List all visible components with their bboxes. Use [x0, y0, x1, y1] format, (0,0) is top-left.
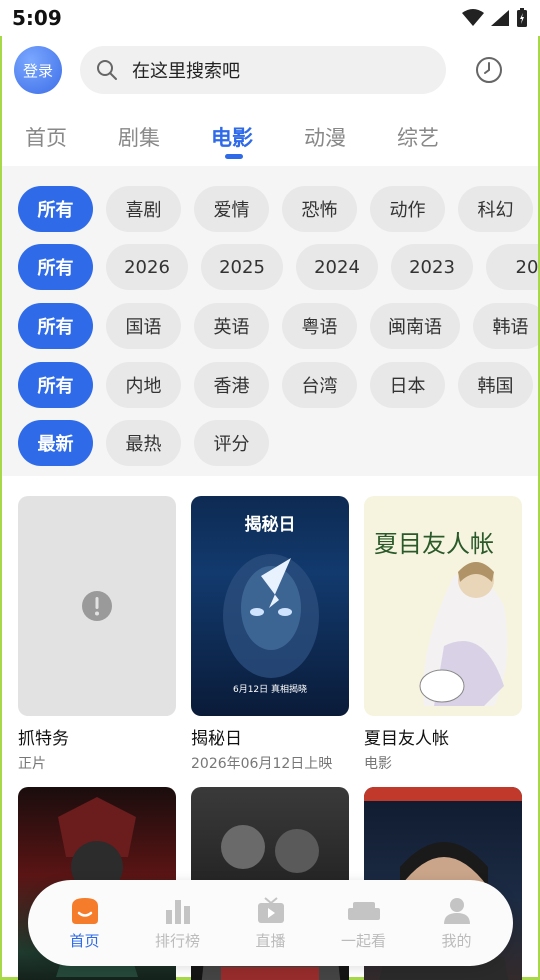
filter-chip[interactable]: 20	[486, 244, 538, 290]
filter-chip[interactable]: 所有	[18, 186, 93, 232]
alert-icon	[82, 591, 112, 621]
filter-row-year: 所有 2026 2025 2024 2023 20	[18, 244, 538, 290]
filter-chip[interactable]: 2025	[201, 244, 283, 290]
wifi-icon	[462, 9, 484, 26]
filter-row-language: 所有 国语 英语 粤语 闽南语 韩语	[18, 303, 538, 349]
nav-profile[interactable]: 我的	[417, 896, 497, 951]
filter-row-genre: 所有 喜剧 爱情 恐怖 动作 科幻	[18, 186, 533, 232]
movie-title: 揭秘日	[191, 729, 242, 749]
tab-series[interactable]: 剧集	[118, 112, 211, 166]
filter-chip[interactable]: 喜剧	[106, 186, 181, 232]
search-icon	[97, 60, 117, 80]
tab-label: 电影	[211, 126, 253, 150]
clock-icon	[476, 57, 502, 83]
movie-card[interactable]: 揭秘日 6月12日 真相揭晓 揭秘日 2026年06月12日上映	[191, 496, 349, 773]
filter-chip[interactable]: 日本	[370, 362, 445, 408]
filter-chip[interactable]: 2026	[106, 244, 188, 290]
filter-chip[interactable]: 科幻	[458, 186, 533, 232]
poster-title: 夏目友人帐	[374, 530, 494, 558]
nav-ranking[interactable]: 排行榜	[138, 896, 218, 951]
movie-subtitle: 2026年06月12日上映	[191, 756, 333, 772]
header: 登录 在这里搜索吧	[0, 36, 540, 104]
filter-chip[interactable]: 2023	[391, 244, 473, 290]
filter-chip[interactable]: 恐怖	[282, 186, 357, 232]
nav-home[interactable]: 首页	[45, 896, 125, 951]
nav-label: 排行榜	[154, 931, 200, 950]
tab-label: 剧集	[118, 126, 160, 150]
history-button[interactable]	[474, 55, 504, 85]
filter-chip[interactable]: 闽南语	[370, 303, 460, 349]
signal-icon	[491, 10, 509, 26]
tab-movies[interactable]: 电影	[211, 112, 304, 166]
movie-subtitle: 正片	[18, 756, 46, 772]
search-input[interactable]: 在这里搜索吧	[80, 46, 446, 94]
tab-label: 综艺	[397, 126, 439, 150]
nav-label: 首页	[69, 931, 100, 950]
filter-chip[interactable]: 韩语	[473, 303, 538, 349]
filter-row-sort: 最新 最热 评分	[18, 420, 269, 466]
search-placeholder: 在这里搜索吧	[132, 61, 240, 82]
filter-chip[interactable]: 2024	[296, 244, 378, 290]
tab-label: 首页	[25, 126, 67, 150]
movie-poster: 夏目友人帐	[364, 496, 522, 716]
user-icon	[443, 897, 470, 924]
status-bar: 5:09	[0, 0, 540, 36]
tab-home[interactable]: 首页	[25, 112, 118, 166]
sofa-icon	[347, 901, 380, 920]
nav-live[interactable]: 直播	[231, 896, 311, 951]
filter-chip[interactable]: 粤语	[282, 303, 357, 349]
battery-icon	[517, 8, 527, 27]
filter-chip[interactable]: 最热	[106, 420, 181, 466]
movie-card[interactable]: 抓特务 正片	[18, 496, 176, 773]
status-icons	[462, 8, 528, 28]
bottom-navigation: 首页 排行榜 直播 一起看 我的	[28, 880, 513, 966]
ranking-icon	[165, 899, 190, 924]
poster-caption: 6月12日 真相揭晓	[232, 685, 308, 695]
movie-card[interactable]: 夏目友人帐 夏目友人帐 电影	[364, 496, 522, 773]
tab-active-indicator	[225, 154, 243, 159]
filter-chip[interactable]: 所有	[18, 303, 93, 349]
filter-chip[interactable]: 评分	[194, 420, 269, 466]
tab-anime[interactable]: 动漫	[304, 112, 397, 166]
filter-chip[interactable]: 最新	[18, 420, 93, 466]
status-time: 5:09	[12, 6, 62, 30]
poster-placeholder	[18, 496, 176, 716]
filter-chip[interactable]: 所有	[18, 362, 93, 408]
filter-chip[interactable]: 内地	[106, 362, 181, 408]
login-button[interactable]: 登录	[14, 46, 62, 94]
movie-poster: 揭秘日 6月12日 真相揭晓	[191, 496, 349, 716]
filter-chip[interactable]: 所有	[18, 244, 93, 290]
live-tv-icon	[257, 896, 284, 923]
tab-label: 动漫	[304, 126, 346, 150]
nav-label: 我的	[441, 931, 472, 950]
filter-chip[interactable]: 英语	[194, 303, 269, 349]
nav-watch-together[interactable]: 一起看	[324, 896, 404, 951]
filter-row-region: 所有 内地 香港 台湾 日本 韩国	[18, 362, 533, 408]
movie-title: 抓特务	[18, 729, 69, 749]
filter-chip[interactable]: 台湾	[282, 362, 357, 408]
home-icon	[71, 897, 98, 924]
movie-subtitle: 电影	[364, 756, 392, 772]
filter-chip[interactable]: 国语	[106, 303, 181, 349]
poster-title: 揭秘日	[244, 515, 296, 535]
nav-label: 一起看	[340, 931, 386, 950]
filter-chip[interactable]: 爱情	[194, 186, 269, 232]
movie-title: 夏目友人帐	[364, 729, 449, 749]
filter-chip[interactable]: 动作	[370, 186, 445, 232]
nav-label: 直播	[255, 931, 286, 950]
category-tabs: 首页 剧集 电影 动漫 综艺	[0, 112, 540, 166]
filter-panel: 所有 喜剧 爱情 恐怖 动作 科幻 所有 2026 2025 2024 2023…	[2, 166, 538, 476]
tab-variety[interactable]: 综艺	[397, 112, 490, 166]
filter-chip[interactable]: 香港	[194, 362, 269, 408]
filter-chip[interactable]: 韩国	[458, 362, 533, 408]
